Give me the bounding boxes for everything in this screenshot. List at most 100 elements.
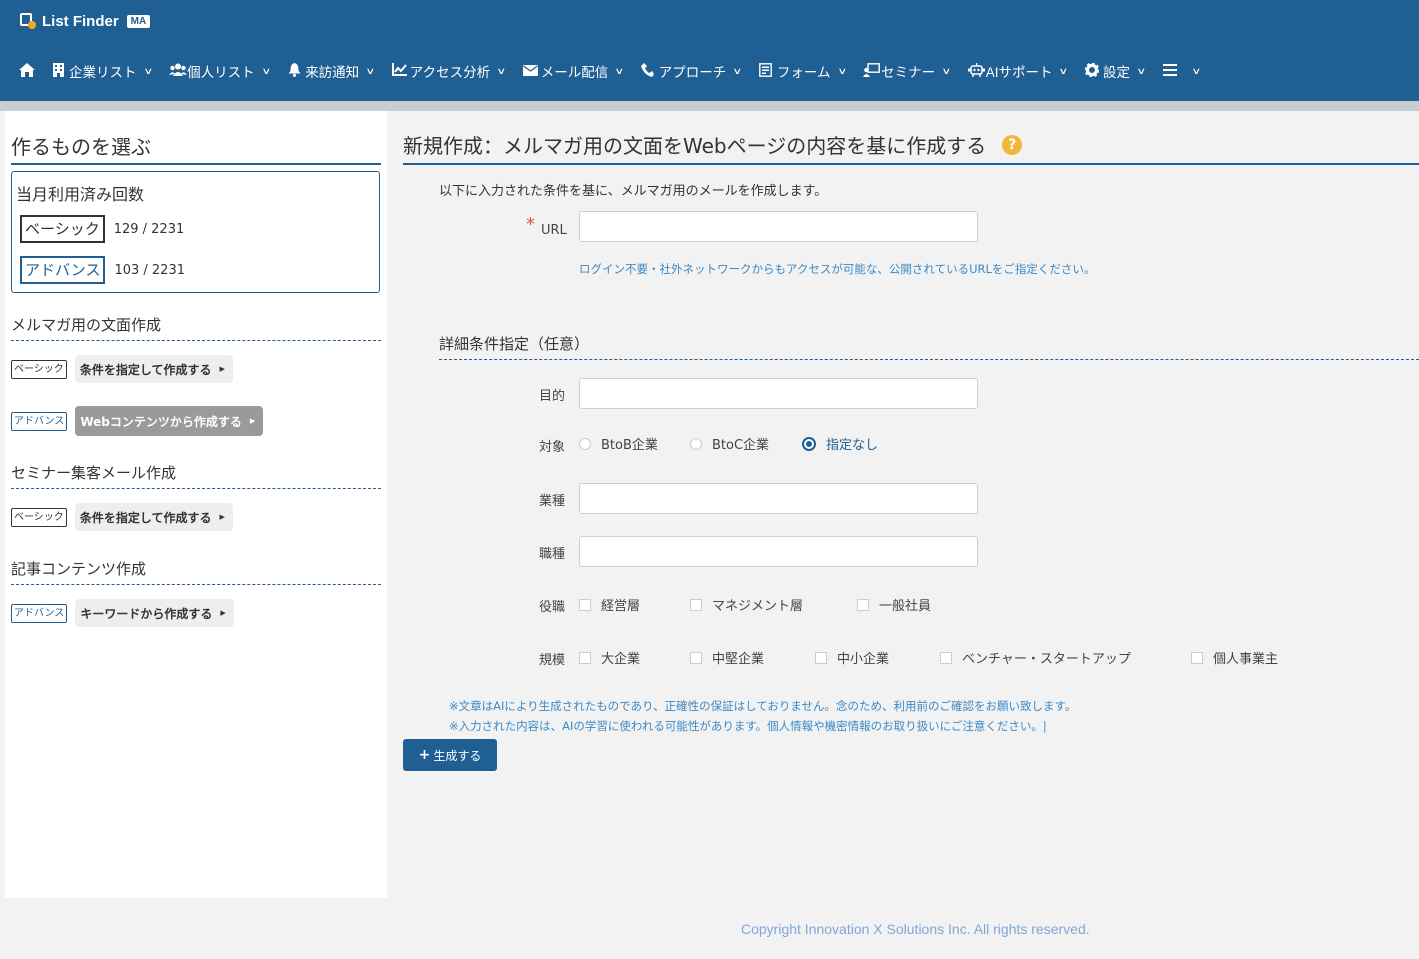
industry-label: 業種 bbox=[539, 494, 566, 509]
checkbox-label: 一般社員 bbox=[879, 599, 932, 614]
url-input[interactable] bbox=[579, 211, 978, 242]
detail-section-title: 詳細条件指定（任意） bbox=[439, 333, 1419, 360]
position-label: 役職 bbox=[539, 600, 566, 615]
seminar-icon bbox=[863, 62, 880, 80]
section-seminar: セミナー集客メール作成 bbox=[11, 462, 381, 489]
job-input[interactable] bbox=[579, 536, 978, 567]
target-radio-none[interactable]: 指定なし bbox=[802, 434, 878, 453]
advance-tag: アドバンス bbox=[11, 603, 68, 623]
option-seminar-basic: ベーシック 条件を指定して作成する ▶ bbox=[11, 503, 233, 531]
checkbox[interactable] bbox=[815, 651, 827, 664]
basic-count: 129 / 2231 bbox=[113, 221, 185, 237]
nav-label: アプローチ bbox=[658, 65, 727, 80]
seminar-condition-button[interactable]: 条件を指定して作成する ▶ bbox=[74, 503, 233, 531]
nav-label: セミナー bbox=[881, 65, 936, 80]
mm-web-content-button[interactable]: Webコンテンツから作成する ▶ bbox=[75, 406, 264, 436]
help-icon[interactable]: ? bbox=[1002, 134, 1023, 155]
envelope-icon bbox=[522, 64, 538, 79]
nav-mail-delivery[interactable]: メール配信 ∨ bbox=[514, 61, 632, 81]
page-title-text: 新規作成：メルマガ用の文面をWebページの内容を基に作成する bbox=[403, 134, 987, 158]
industry-input[interactable] bbox=[579, 483, 978, 514]
checkbox[interactable] bbox=[940, 651, 952, 664]
checkbox[interactable] bbox=[690, 598, 702, 611]
form-icon bbox=[759, 62, 773, 80]
checkbox-label: 中堅企業 bbox=[712, 652, 765, 667]
basic-tag: ベーシック bbox=[11, 507, 67, 527]
mm-condition-button[interactable]: 条件を指定して作成する ▶ bbox=[74, 355, 233, 383]
nav-approach[interactable]: アプローチ ∨ bbox=[632, 61, 750, 81]
chevron-down-icon: ∨ bbox=[496, 65, 507, 76]
checkbox[interactable] bbox=[690, 651, 702, 664]
sidebar: 作るものを選ぶ 当月利用済み回数 ベーシック 129 / 2231 アドバンス … bbox=[5, 111, 387, 898]
scale-check-small[interactable]: 中小企業 bbox=[815, 648, 889, 667]
position-check-staff[interactable]: 一般社員 bbox=[857, 595, 931, 614]
usage-box: 当月利用済み回数 ベーシック 129 / 2231 アドバンス 103 / 22… bbox=[11, 171, 380, 293]
chevron-down-icon: ∨ bbox=[365, 65, 376, 76]
chevron-down-icon: ∨ bbox=[142, 65, 153, 76]
scale-check-mid[interactable]: 中堅企業 bbox=[690, 648, 764, 667]
checkbox[interactable] bbox=[857, 598, 869, 611]
chevron-down-icon: ∨ bbox=[260, 65, 271, 76]
target-radio-btoc[interactable]: BtoC企業 bbox=[690, 434, 769, 453]
url-hint: ログイン不要・社外ネットワークからもアクセスが可能な、公開されているURLをご指… bbox=[579, 262, 1096, 276]
checkbox-label: 中小企業 bbox=[837, 652, 890, 667]
nav-home[interactable] bbox=[10, 62, 42, 80]
radio-button[interactable] bbox=[690, 437, 702, 450]
top-header: List Finder MA 企業リスト ∨ 個人リスト ∨ 来訪通知 ∨ アク… bbox=[0, 0, 1419, 101]
nav-settings[interactable]: 設定 ∨ bbox=[1076, 61, 1154, 81]
purpose-label: 目的 bbox=[539, 389, 566, 404]
scale-check-large[interactable]: 大企業 bbox=[579, 648, 640, 667]
checkbox-label: ベンチャー・スタートアップ bbox=[962, 652, 1131, 667]
header-divider bbox=[0, 101, 1419, 111]
chevron-down-icon: ∨ bbox=[1058, 65, 1069, 76]
advance-count: 103 / 2231 bbox=[114, 262, 185, 278]
generate-button[interactable]: + 生成する bbox=[403, 739, 497, 771]
nav-company-list[interactable]: 企業リスト ∨ bbox=[42, 61, 160, 81]
nav-person-list[interactable]: 個人リスト ∨ bbox=[160, 61, 278, 81]
logo-text: List Finder bbox=[42, 12, 119, 30]
caret-right-icon: ▶ bbox=[219, 513, 225, 521]
app-logo[interactable]: List Finder MA bbox=[20, 10, 151, 32]
building-icon bbox=[51, 62, 65, 80]
button-label: 条件を指定して作成する bbox=[79, 510, 212, 525]
bell-icon bbox=[287, 62, 301, 80]
scale-check-sole[interactable]: 個人事業主 bbox=[1191, 648, 1278, 667]
nav-access-analysis[interactable]: アクセス分析 ∨ bbox=[383, 61, 514, 81]
caret-right-icon: ▶ bbox=[219, 365, 225, 373]
checkbox[interactable] bbox=[579, 651, 591, 664]
position-check-executive[interactable]: 経営層 bbox=[579, 595, 640, 614]
basic-tag: ベーシック bbox=[20, 215, 105, 243]
nav-label: AIサポート bbox=[985, 65, 1053, 80]
chevron-down-icon: ∨ bbox=[614, 65, 625, 76]
target-radio-btob[interactable]: BtoB企業 bbox=[579, 434, 658, 453]
nav-seminar[interactable]: セミナー ∨ bbox=[854, 61, 959, 81]
nav-label: 個人リスト bbox=[187, 65, 255, 80]
scale-check-startup[interactable]: ベンチャー・スタートアップ bbox=[940, 648, 1131, 667]
radio-button[interactable] bbox=[579, 437, 591, 450]
article-keyword-button[interactable]: キーワードから作成する ▶ bbox=[75, 599, 234, 627]
nav-ai-support[interactable]: AIサポート ∨ bbox=[959, 61, 1076, 81]
url-label: URL bbox=[541, 223, 567, 238]
footer-copyright: Copyright Innovation X Solutions Inc. Al… bbox=[741, 921, 1090, 937]
button-label: 条件を指定して作成する bbox=[79, 362, 212, 377]
logo-badge: MA bbox=[126, 14, 151, 28]
position-check-management[interactable]: マネジメント層 bbox=[690, 595, 803, 614]
radio-button-selected[interactable] bbox=[802, 436, 816, 451]
nav-label: フォーム bbox=[776, 65, 831, 80]
logo-mark-icon bbox=[20, 13, 36, 29]
ai-robot-icon bbox=[967, 62, 985, 80]
chevron-down-icon: ∨ bbox=[1136, 65, 1147, 76]
checkbox[interactable] bbox=[579, 598, 591, 611]
option-mm-basic: ベーシック 条件を指定して作成する ▶ bbox=[11, 355, 233, 383]
nav-label: 来訪通知 bbox=[305, 65, 360, 80]
usage-advance-row: アドバンス 103 / 2231 bbox=[20, 256, 185, 284]
nav-form[interactable]: フォーム ∨ bbox=[750, 61, 854, 81]
radio-label: BtoC企業 bbox=[712, 438, 770, 453]
basic-tag: ベーシック bbox=[11, 359, 67, 379]
usage-basic-row: ベーシック 129 / 2231 bbox=[20, 215, 184, 243]
purpose-input[interactable] bbox=[579, 378, 978, 409]
nav-visit-alert[interactable]: 来訪通知 ∨ bbox=[278, 61, 383, 81]
nav-menu[interactable]: ∨ bbox=[1154, 63, 1209, 79]
checkbox[interactable] bbox=[1191, 651, 1203, 664]
required-mark: * bbox=[526, 214, 535, 235]
